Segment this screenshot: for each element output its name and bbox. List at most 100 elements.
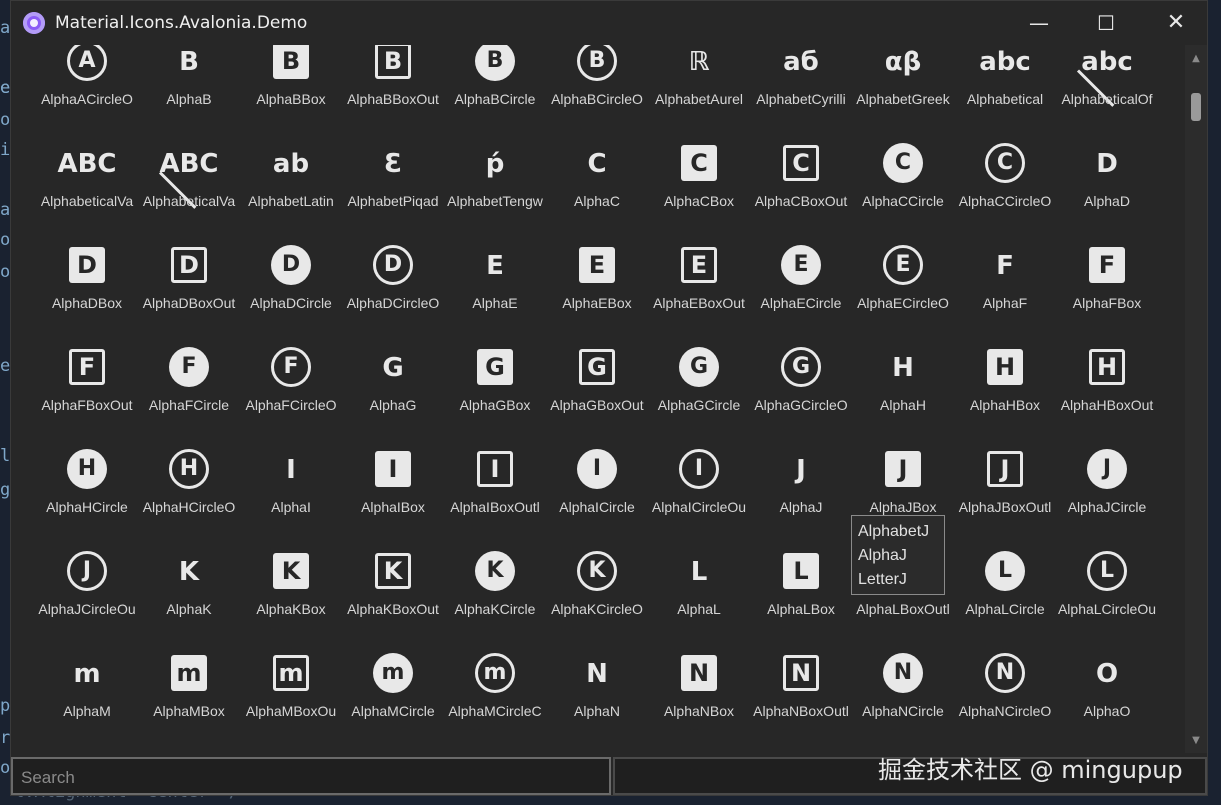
icon-tile[interactable]: I AlphaIBox	[342, 445, 444, 547]
icon-tile[interactable]: B AlphaBCircle	[444, 45, 546, 139]
icon-tile[interactable]: ṕ AlphabetTengw	[444, 139, 546, 241]
icon-tile[interactable]: G AlphaG	[342, 343, 444, 445]
icon-tile[interactable]: C AlphaCCircle	[852, 139, 954, 241]
icon-tile[interactable]: m AlphaMBoxOu	[240, 649, 342, 751]
maximize-button[interactable]: ☐	[1071, 1, 1141, 45]
icon-tile[interactable]: D AlphaDCircle	[240, 241, 342, 343]
icon-tile[interactable]: m AlphaM	[36, 649, 138, 751]
icon-label: AlphaBBox	[256, 91, 326, 107]
scroll-down-arrow-icon[interactable]: ▼	[1189, 735, 1203, 749]
icon-tile[interactable]: H AlphaHBox	[954, 343, 1056, 445]
icon-tile[interactable]: abc Alphabetical	[954, 45, 1056, 139]
icon-label: AlphaBCircle	[454, 91, 536, 107]
icon-tile[interactable]: abc AlphabeticalOf	[1056, 45, 1158, 139]
icon-label: AlphaG	[369, 397, 417, 413]
icon-tile[interactable]: G AlphaGCircle	[648, 343, 750, 445]
icon-tile[interactable]: E AlphaE	[444, 241, 546, 343]
icon-tile[interactable]: F AlphaFBox	[1056, 241, 1158, 343]
icon-tile[interactable]: H AlphaH	[852, 343, 954, 445]
vertical-scrollbar[interactable]: ▲ ▼	[1185, 45, 1207, 753]
icon-tile[interactable]: E AlphaECircleO	[852, 241, 954, 343]
material-glyph-icon: L	[985, 551, 1025, 591]
icon-tile[interactable]: C AlphaCBox	[648, 139, 750, 241]
icon-tile[interactable]: L AlphaLBox	[750, 547, 852, 649]
icon-tile[interactable]: αβ AlphabetGreek	[852, 45, 954, 139]
icon-tile[interactable]: O AlphaO	[1056, 649, 1158, 751]
icon-tile[interactable]: N AlphaNCircle	[852, 649, 954, 751]
icon-tile[interactable]: C AlphaCCircleO	[954, 139, 1056, 241]
icon-tile[interactable]: аб AlphabetCyrilli	[750, 45, 852, 139]
icon-tile[interactable]: N AlphaNBox	[648, 649, 750, 751]
icon-tile[interactable]: H AlphaHCircleO	[138, 445, 240, 547]
icon-tile[interactable]: H AlphaHBoxOut	[1056, 343, 1158, 445]
material-glyph-icon: C	[681, 145, 717, 181]
icon-tile[interactable]: Ɛ AlphabetPiqad	[342, 139, 444, 241]
close-button[interactable]: ✕	[1141, 1, 1211, 45]
icon-tile[interactable]: F AlphaFBoxOut	[36, 343, 138, 445]
icon-label: AlphabetPiqad	[347, 193, 439, 209]
icon-tile[interactable]: ℝ AlphabetAurel	[648, 45, 750, 139]
minimize-button[interactable]: —	[1004, 1, 1074, 45]
icon-tile[interactable]: B AlphaB	[138, 45, 240, 139]
icon-tile[interactable]: G AlphaGBox	[444, 343, 546, 445]
icon-label: AlphaACircleO	[41, 91, 133, 107]
icon-tile[interactable]: I AlphaIBoxOutl	[444, 445, 546, 547]
icon-label: AlphaHBox	[969, 397, 1041, 413]
icon-tile[interactable]: K AlphaKBox	[240, 547, 342, 649]
icon-tile[interactable]: N AlphaNCircleO	[954, 649, 1056, 751]
icon-tile[interactable]: L AlphaLCircle	[954, 547, 1056, 649]
scroll-thumb[interactable]	[1191, 93, 1201, 121]
material-glyph-icon: m	[171, 655, 207, 691]
icon-tile[interactable]: K AlphaKBoxOut	[342, 547, 444, 649]
material-glyph-icon: J	[796, 455, 806, 485]
icon-tile[interactable]: I AlphaICircle	[546, 445, 648, 547]
icon-tile[interactable]: N AlphaNBoxOutl	[750, 649, 852, 751]
icon-tile[interactable]: D AlphaDBox	[36, 241, 138, 343]
icon-tile[interactable]: N AlphaN	[546, 649, 648, 751]
icon-tile[interactable]: K AlphaKCircle	[444, 547, 546, 649]
icon-tile[interactable]: A AlphaACircleO	[36, 45, 138, 139]
icon-tile[interactable]: F AlphaFCircle	[138, 343, 240, 445]
icon-tile[interactable]: J AlphaJCircleOu	[36, 547, 138, 649]
icon-tile[interactable]: I AlphaI	[240, 445, 342, 547]
icon-tile[interactable]: C AlphaCBoxOut	[750, 139, 852, 241]
scroll-up-arrow-icon[interactable]: ▲	[1189, 53, 1203, 67]
material-glyph-icon: аб	[783, 47, 819, 77]
icon-tile[interactable]: G AlphaGBoxOut	[546, 343, 648, 445]
icon-tile[interactable]: I AlphaICircleOu	[648, 445, 750, 547]
icon-label: AlphaMCircle	[351, 703, 435, 719]
icon-tile[interactable]: D AlphaDBoxOut	[138, 241, 240, 343]
icon-tile[interactable]: C AlphaC	[546, 139, 648, 241]
icon-tile[interactable]: J AlphaJCircle	[1056, 445, 1158, 547]
icon-tile[interactable]: m AlphaMCircleC	[444, 649, 546, 751]
icon-tile[interactable]: E AlphaEBox	[546, 241, 648, 343]
icon-tile[interactable]: m AlphaMBox	[138, 649, 240, 751]
icon-tile[interactable]: ABC AlphabeticalVa	[36, 139, 138, 241]
material-glyph-icon: I	[679, 449, 719, 489]
icon-label: AlphaBCircleO	[551, 91, 643, 107]
icon-tile[interactable]: F AlphaFCircleO	[240, 343, 342, 445]
icon-tile[interactable]: L AlphaL	[648, 547, 750, 649]
icon-tile[interactable]: ABC AlphabeticalVa	[138, 139, 240, 241]
icon-tile[interactable]: K AlphaKCircleO	[546, 547, 648, 649]
icon-tile[interactable]: B AlphaBBoxOut	[342, 45, 444, 139]
icon-tile[interactable]: D AlphaDCircleO	[342, 241, 444, 343]
icon-tile[interactable]: F AlphaF	[954, 241, 1056, 343]
icon-tile[interactable]: D AlphaD	[1056, 139, 1158, 241]
icon-tile[interactable]: ab AlphabetLatin	[240, 139, 342, 241]
material-glyph-icon: ABC	[57, 149, 117, 179]
icon-tile[interactable]: J AlphaJ	[750, 445, 852, 547]
icon-tile[interactable]: m AlphaMCircle	[342, 649, 444, 751]
icon-tile[interactable]: H AlphaHCircle	[36, 445, 138, 547]
icon-tile[interactable]: E AlphaECircle	[750, 241, 852, 343]
icon-tile[interactable]: K AlphaK	[138, 547, 240, 649]
icon-label: AlphaCCircleO	[958, 193, 1052, 209]
icon-tile[interactable]: B AlphaBCircleO	[546, 45, 648, 139]
search-input[interactable]	[19, 765, 603, 791]
icon-tile[interactable]: E AlphaEBoxOut	[648, 241, 750, 343]
icon-tile[interactable]: G AlphaGCircleO	[750, 343, 852, 445]
icon-tile[interactable]: B AlphaBBox	[240, 45, 342, 139]
icon-tile[interactable]: L AlphaLCircleOu	[1056, 547, 1158, 649]
icon-tile[interactable]: J AlphaJBoxOutl	[954, 445, 1056, 547]
search-box[interactable]	[11, 757, 611, 795]
